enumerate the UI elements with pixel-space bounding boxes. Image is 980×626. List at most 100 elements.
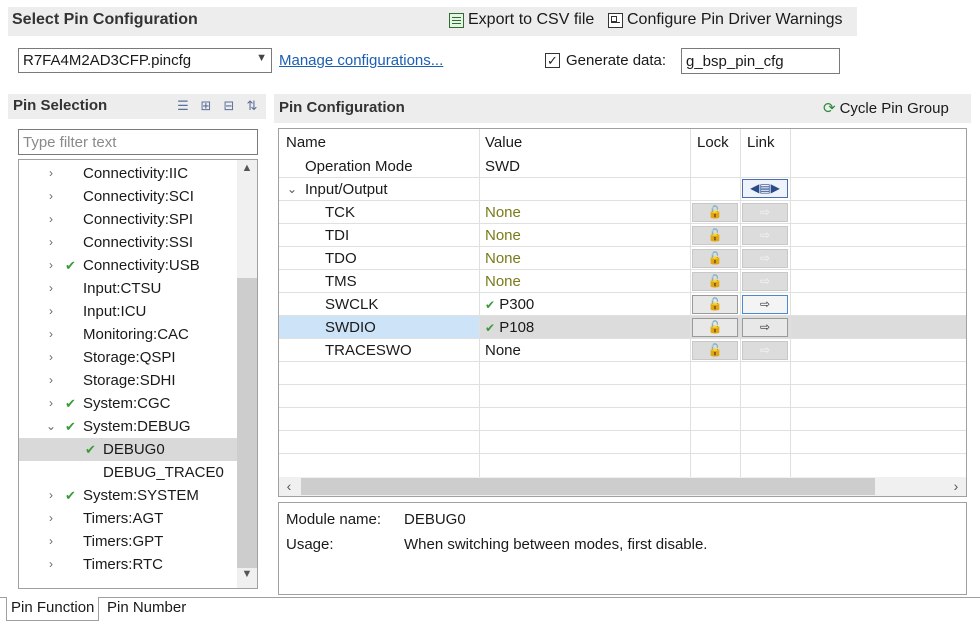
- tree-item-system-debug[interactable]: ⌄ ✔ System:DEBUG: [19, 415, 237, 438]
- row-value-operation-mode[interactable]: SWD: [485, 155, 520, 178]
- chevron-left-icon[interactable]: ‹: [279, 477, 299, 496]
- collapse-all-icon[interactable]: ⊟: [222, 99, 236, 113]
- tree-item-connectivity-usb[interactable]: › ✔ Connectivity:USB: [19, 254, 237, 277]
- cycle-pin-group-button[interactable]: ⟳ Cycle Pin Group: [823, 99, 949, 118]
- module-name-label: Module name:: [286, 511, 382, 528]
- filter-input[interactable]: Type filter text: [18, 129, 258, 155]
- row-value-tdo[interactable]: None: [485, 247, 521, 270]
- tree-item-timers-agt[interactable]: › Timers:AGT: [19, 507, 237, 530]
- chevron-right-icon[interactable]: ›: [946, 477, 966, 496]
- chevron-right-icon[interactable]: ›: [45, 553, 57, 576]
- row-value-swdio[interactable]: ✔ P108: [485, 316, 534, 340]
- tree-item-storage-qspi[interactable]: › Storage:QSPI: [19, 346, 237, 369]
- tree-item-connectivity-spi[interactable]: › Connectivity:SPI: [19, 208, 237, 231]
- manage-configurations-link[interactable]: Manage configurations...: [279, 52, 443, 69]
- tree-item-timers-gpt[interactable]: › Timers:GPT: [19, 530, 237, 553]
- export-csv-label: Export to CSV file: [468, 11, 595, 28]
- lock-button[interactable]: 🔓: [692, 318, 738, 337]
- row-value-tms[interactable]: None: [485, 270, 521, 293]
- chevron-down-icon[interactable]: ▼: [237, 568, 257, 586]
- pin-selection-title: Pin Selection: [13, 97, 108, 114]
- row-value-swclk[interactable]: ✔ P300: [485, 293, 534, 317]
- arrow-right-icon: ⇨: [742, 203, 788, 222]
- chevron-right-icon[interactable]: ›: [45, 162, 57, 185]
- tree-item-label: Input:ICU: [83, 303, 147, 320]
- arrow-right-icon: ⇨: [742, 272, 788, 291]
- chevron-down-icon[interactable]: ⌄: [287, 178, 297, 201]
- scrollbar-thumb[interactable]: [237, 278, 257, 568]
- expand-group-button[interactable]: ◀▤▶: [742, 179, 788, 198]
- lock-icon: 🔓: [692, 272, 738, 291]
- link-button[interactable]: ⇨: [742, 295, 788, 314]
- chevron-right-icon[interactable]: ›: [45, 392, 57, 415]
- lock-icon: 🔓: [692, 226, 738, 245]
- chevron-right-icon[interactable]: ›: [45, 323, 57, 346]
- usage-value: When switching between modes, first disa…: [404, 536, 708, 553]
- lock-icon: 🔓: [692, 341, 738, 360]
- chevron-right-icon[interactable]: ›: [45, 231, 57, 254]
- tree-item-input-icu[interactable]: › Input:ICU: [19, 300, 237, 323]
- tree-item-input-ctsu[interactable]: › Input:CTSU: [19, 277, 237, 300]
- configure-warnings-label: Configure Pin Driver Warnings: [627, 11, 843, 28]
- tree-item-label: DEBUG_TRACE0: [103, 464, 224, 481]
- configuration-select[interactable]: R7FA4M2AD3CFP.pincfg ▼: [18, 48, 272, 73]
- check-icon: ✔: [65, 258, 76, 273]
- row-value-tck[interactable]: None: [485, 201, 521, 224]
- page-title: Select Pin Configuration: [12, 11, 198, 28]
- chevron-right-icon[interactable]: ›: [45, 254, 57, 277]
- chevron-right-icon[interactable]: ›: [45, 484, 57, 507]
- tab-pin-number[interactable]: Pin Number: [103, 597, 190, 621]
- chevron-up-icon[interactable]: ▲: [237, 162, 257, 180]
- expand-all-icon[interactable]: ⊞: [199, 99, 213, 113]
- check-icon: ✔: [65, 419, 76, 434]
- chevron-right-icon[interactable]: ›: [45, 208, 57, 231]
- configure-warnings-button[interactable]: Configure Pin Driver Warnings: [608, 11, 842, 29]
- usage-label: Usage:: [286, 536, 334, 553]
- chevron-right-icon[interactable]: ›: [45, 530, 57, 553]
- tree-item-label: Timers:RTC: [83, 556, 163, 573]
- tab-pin-function[interactable]: Pin Function: [6, 597, 100, 621]
- column-header-value[interactable]: Value: [485, 129, 522, 157]
- chevron-right-icon[interactable]: ›: [45, 300, 57, 323]
- check-icon: ✔: [65, 396, 76, 411]
- lock-button[interactable]: 🔓: [692, 295, 738, 314]
- generate-data-checkbox[interactable]: ✓: [545, 53, 560, 68]
- column-header-name[interactable]: Name: [286, 129, 326, 157]
- row-value-traceswo[interactable]: None: [485, 339, 521, 362]
- tree-vertical-scrollbar[interactable]: ▲ ▼: [237, 160, 257, 588]
- tree-item-connectivity-iic[interactable]: › Connectivity:IIC: [19, 162, 237, 185]
- row-value-tdi[interactable]: None: [485, 224, 521, 247]
- sort-az-icon[interactable]: ⇅: [245, 99, 259, 113]
- column-header-link[interactable]: Link: [747, 129, 775, 157]
- chevron-right-icon[interactable]: ›: [45, 185, 57, 208]
- chevron-down-icon[interactable]: ⌄: [45, 415, 57, 438]
- tree-item-storage-sdhi[interactable]: › Storage:SDHI: [19, 369, 237, 392]
- tree-item-connectivity-ssi[interactable]: › Connectivity:SSI: [19, 231, 237, 254]
- tree-item-system-system[interactable]: › ✔ System:SYSTEM: [19, 484, 237, 507]
- tree-item-connectivity-sci[interactable]: › Connectivity:SCI: [19, 185, 237, 208]
- export-csv-button[interactable]: Export to CSV file: [449, 11, 594, 29]
- list-view-icon[interactable]: ☰: [176, 99, 190, 113]
- chevron-right-icon[interactable]: ›: [45, 369, 57, 392]
- arrow-right-icon: ⇨: [742, 226, 788, 245]
- tree-item-label: Timers:GPT: [83, 533, 164, 550]
- tree-item-debug0[interactable]: ✔ DEBUG0: [19, 438, 237, 461]
- pin-configuration-grid: Name Value Lock Link Operation Mode SWD …: [278, 128, 967, 497]
- generate-data-input[interactable]: g_bsp_pin_cfg: [681, 48, 840, 74]
- tree-item-system-cgc[interactable]: › ✔ System:CGC: [19, 392, 237, 415]
- scrollbar-thumb[interactable]: [301, 478, 875, 495]
- chevron-right-icon[interactable]: ›: [45, 346, 57, 369]
- chevron-right-icon[interactable]: ›: [45, 507, 57, 530]
- row-name-swclk: SWCLK: [325, 296, 379, 313]
- column-header-lock[interactable]: Lock: [697, 129, 729, 157]
- link-button[interactable]: ⇨: [742, 318, 788, 337]
- tree-item-debug-trace0[interactable]: DEBUG_TRACE0: [19, 461, 237, 484]
- chevron-right-icon[interactable]: ›: [45, 277, 57, 300]
- grid-horizontal-scrollbar[interactable]: ‹ ›: [279, 477, 966, 496]
- tree-item-timers-rtc[interactable]: › Timers:RTC: [19, 553, 237, 576]
- configuration-select-value: R7FA4M2AD3CFP.pincfg: [23, 52, 192, 69]
- tree-item-label: Storage:SDHI: [83, 372, 176, 389]
- check-icon: ✔: [85, 442, 96, 457]
- tree-item-label: Monitoring:CAC: [83, 326, 189, 343]
- tree-item-monitoring-cac[interactable]: › Monitoring:CAC: [19, 323, 237, 346]
